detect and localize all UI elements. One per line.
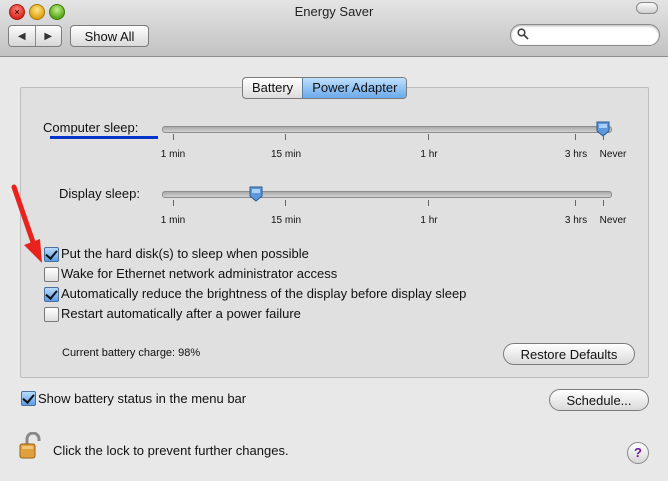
tick-mark — [575, 134, 576, 140]
wake-ethernet-label: Wake for Ethernet network administrator … — [61, 266, 338, 281]
tick-mark — [428, 134, 429, 140]
show-all-button[interactable]: Show All — [70, 25, 149, 47]
tick-mark — [603, 200, 604, 206]
red-annotation-arrow-icon — [11, 184, 42, 263]
tick-label: 15 min — [270, 215, 302, 226]
show-battery-status-checkbox[interactable] — [21, 391, 36, 406]
search-input[interactable] — [510, 24, 660, 46]
toolbar-toggle-button[interactable] — [636, 2, 658, 14]
back-forward-control: ◀ ▶ — [8, 25, 62, 47]
back-arrow-icon: ◀ — [17, 30, 26, 42]
tick-mark — [173, 200, 174, 206]
title-bar: × Energy Saver ◀ ▶ Show All — [0, 0, 668, 57]
hard-disk-sleep-label: Put the hard disk(s) to sleep when possi… — [61, 246, 309, 261]
help-icon[interactable]: ? — [627, 442, 649, 464]
wake-ethernet-checkbox[interactable] — [44, 267, 59, 282]
computer-sleep-slider[interactable] — [162, 126, 612, 133]
power-source-tabs: Battery Power Adapter — [242, 77, 408, 99]
display-sleep-slider[interactable] — [162, 191, 612, 198]
back-button[interactable]: ◀ — [9, 26, 35, 46]
tick-mark — [428, 200, 429, 206]
tick-label: 3 hrs — [564, 215, 588, 226]
restore-defaults-button[interactable]: Restore Defaults — [503, 343, 635, 365]
restart-after-power-failure-checkbox[interactable] — [44, 307, 59, 322]
tick-label: 1 min — [160, 149, 186, 160]
tick-label: 1 hr — [420, 215, 438, 226]
forward-button[interactable]: ▶ — [34, 26, 62, 46]
display-sleep-label: Display sleep: — [59, 186, 140, 201]
show-battery-status-label: Show battery status in the menu bar — [38, 391, 247, 406]
tick-label: Never — [599, 149, 627, 160]
hard-disk-sleep-checkbox[interactable] — [44, 247, 59, 262]
forward-arrow-icon: ▶ — [44, 30, 53, 42]
annotation-underline — [50, 136, 158, 139]
battery-charge-status: Current battery charge: 98% — [62, 347, 201, 359]
tab-battery[interactable]: Battery — [243, 78, 302, 98]
slider-thumb-icon[interactable] — [249, 186, 263, 202]
search-icon — [517, 28, 529, 40]
restart-after-power-failure-label: Restart automatically after a power fail… — [61, 306, 301, 321]
tick-mark — [285, 200, 286, 206]
tick-label: 1 hr — [420, 149, 438, 160]
tick-label: 15 min — [270, 149, 302, 160]
tab-power-adapter[interactable]: Power Adapter — [302, 78, 407, 98]
tick-mark — [603, 134, 604, 140]
reduce-brightness-label: Automatically reduce the brightness of t… — [61, 286, 467, 301]
schedule-button[interactable]: Schedule... — [549, 389, 649, 411]
tick-mark — [575, 200, 576, 206]
reduce-brightness-checkbox[interactable] — [44, 287, 59, 302]
tick-label: 1 min — [160, 215, 186, 226]
lock-instruction-text: Click the lock to prevent further change… — [53, 443, 289, 458]
lock-icon[interactable] — [19, 432, 41, 460]
tick-mark — [173, 134, 174, 140]
tick-label: Never — [599, 215, 627, 226]
window-title: Energy Saver — [294, 4, 374, 19]
computer-sleep-label: Computer sleep: — [43, 120, 139, 135]
tick-mark — [285, 134, 286, 140]
tick-label: 3 hrs — [564, 149, 588, 160]
